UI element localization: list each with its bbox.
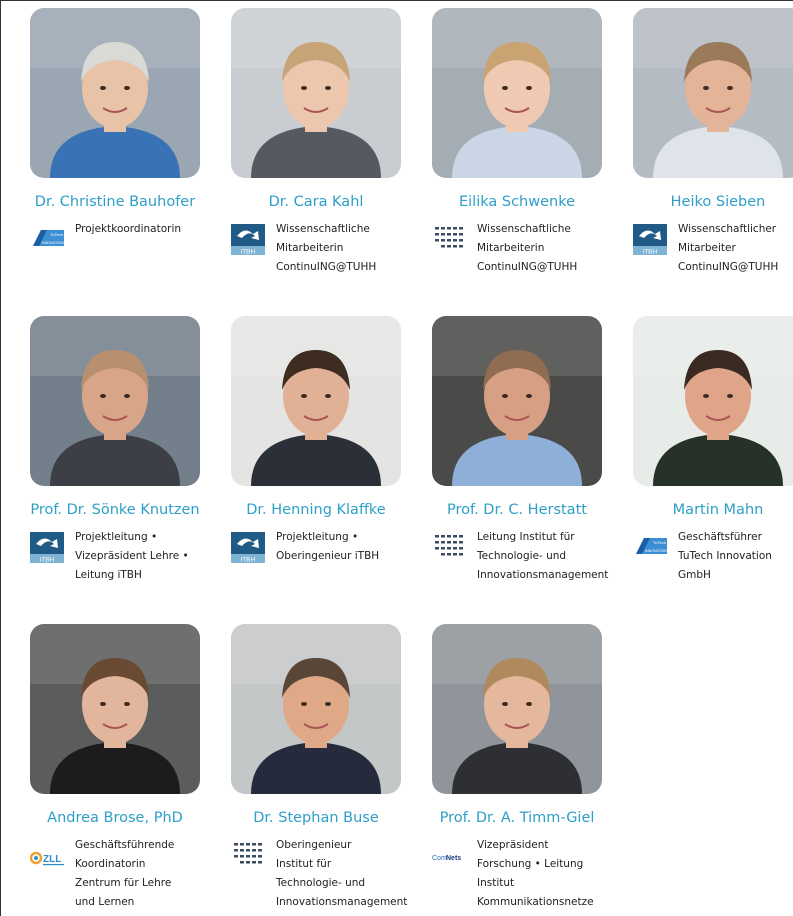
zll-logo-icon: ZLL (29, 840, 66, 872)
role-line: Technologie- und (276, 877, 366, 889)
portrait-photo[interactable] (432, 316, 602, 486)
role-line: Projektleitung • (75, 531, 158, 543)
portrait-photo[interactable] (231, 624, 401, 794)
tutech-logo-icon: TuTech INNOVATION (633, 532, 669, 564)
svg-text:TuTech: TuTech (50, 232, 63, 237)
svg-text:iTBH: iTBH (643, 249, 658, 256)
person-role: Projektleitung • Vizepräsident Lehre • Lei… (75, 528, 230, 585)
role-line: Koordinatorin (75, 858, 146, 870)
role-line: Forschung • Leitung (477, 858, 584, 870)
role-line: Innovationsmanagement (477, 569, 609, 581)
role-line: Mitarbeiterin (276, 242, 344, 254)
person-role: Projektleitung • Oberingenieur iTBH (276, 528, 431, 566)
portrait-photo[interactable] (30, 316, 200, 486)
portrait-photo[interactable] (432, 624, 602, 794)
person-name[interactable]: Prof. Dr. A. Timm-Giel (414, 810, 620, 826)
person-role: Wissenschaftliche Mitarbeiterin ContinuING… (276, 220, 431, 277)
role-line: Wissenschaftliche (276, 223, 370, 235)
person-name[interactable]: Prof. Dr. C. Herstatt (414, 502, 620, 518)
role-line: Wissenschaftlicher (678, 223, 777, 235)
portrait-photo[interactable] (30, 624, 200, 794)
person-name[interactable]: Dr. Henning Klaffke (213, 502, 419, 518)
role-line: Projektleitung • (276, 531, 359, 543)
person-name[interactable]: Heiko Sieben (615, 194, 793, 210)
role-line: Wissenschaftliche (477, 223, 571, 235)
svg-text:ZLL: ZLL (43, 854, 61, 865)
role-line: Oberingenieur (276, 839, 352, 851)
portrait-photo[interactable] (231, 316, 401, 486)
tutech-logo-icon: TuTech INNOVATION (30, 224, 66, 256)
svg-text:TuTech: TuTech (653, 540, 666, 545)
tim-logo-icon (432, 532, 468, 564)
comnets-logo-icon: Com Nets (432, 840, 468, 872)
role-line: Vizepräsident Lehre • (75, 550, 189, 562)
role-line: Oberingenieur iTBH (276, 550, 380, 562)
person-name[interactable]: Prof. Dr. Sönke Knutzen (12, 502, 218, 518)
person-name[interactable]: Eilika Schwenke (414, 194, 620, 210)
person-name[interactable]: Martin Mahn (615, 502, 793, 518)
portrait-photo[interactable] (231, 8, 401, 178)
person-name[interactable]: Dr. Cara Kahl (213, 194, 419, 210)
person-role: Wissenschaftliche Mitarbeiterin ContinuING… (477, 220, 632, 277)
person-role: Oberingenieur Institut für Technologie- un… (276, 836, 431, 912)
role-line: ContinuING@TUHH (477, 261, 578, 273)
role-line: Technologie- und (477, 550, 567, 562)
role-line: Projektkoordinatorin (75, 223, 182, 235)
person-role: Wissenschaftlicher Mitarbeiter ContinuING@… (678, 220, 793, 277)
itbh-logo-icon: iTBH (30, 532, 66, 564)
person-name[interactable]: Andrea Brose, PhD (12, 810, 218, 826)
role-line: Leitung Institut für (477, 531, 575, 543)
role-line: ContinuING@TUHH (276, 261, 377, 273)
role-line: ContinuING@TUHH (678, 261, 779, 273)
role-line: Kommunikationsnetze (477, 896, 594, 908)
portrait-photo[interactable] (30, 8, 200, 178)
role-line: Innovationsmanagement (276, 896, 408, 908)
role-line: Mitarbeiterin (477, 242, 545, 254)
portrait-photo[interactable] (432, 8, 602, 178)
person-role: Projektkoordinatorin (75, 220, 230, 239)
role-line: Mitarbeiter (678, 242, 736, 254)
portrait-photo[interactable] (633, 8, 793, 178)
svg-text:Com: Com (432, 855, 447, 862)
role-line: GmbH (678, 569, 711, 581)
person-name[interactable]: Dr. Christine Bauhofer (12, 194, 218, 210)
svg-text:INNOVATION: INNOVATION (645, 549, 667, 553)
svg-text:iTBH: iTBH (241, 249, 256, 256)
svg-text:INNOVATION: INNOVATION (42, 241, 64, 245)
svg-text:Nets: Nets (446, 855, 461, 862)
portrait-photo[interactable] (633, 316, 793, 486)
role-line: Geschäftsführer (678, 531, 762, 543)
role-line: und Lernen (75, 896, 135, 908)
itbh-logo-icon: iTBH (231, 532, 267, 564)
role-line: Institut für (276, 858, 332, 870)
tim-logo-icon (231, 840, 267, 872)
svg-text:iTBH: iTBH (40, 557, 55, 564)
person-role: Geschäftsführer TuTech Innovation GmbH (678, 528, 793, 585)
itbh-logo-icon: iTBH (633, 224, 669, 256)
person-role: Geschäftsführende Koordinatorin Zentrum fü… (75, 836, 230, 912)
role-line: Leitung iTBH (75, 569, 142, 581)
role-line: Vizepräsident (477, 839, 549, 851)
person-name[interactable]: Dr. Stephan Buse (213, 810, 419, 826)
itbh-logo-icon: iTBH (231, 224, 267, 256)
role-line: Zentrum für Lehre (75, 877, 172, 889)
role-line: Geschäftsführende (75, 839, 175, 851)
svg-text:iTBH: iTBH (241, 557, 256, 564)
role-line: TuTech Innovation (678, 550, 772, 562)
tim-logo-icon (432, 224, 468, 256)
person-role: Leitung Institut für Technologie- und Inno… (477, 528, 632, 585)
person-role: Vizepräsident Forschung • Leitung Institut… (477, 836, 632, 912)
role-line: Institut (477, 877, 515, 889)
